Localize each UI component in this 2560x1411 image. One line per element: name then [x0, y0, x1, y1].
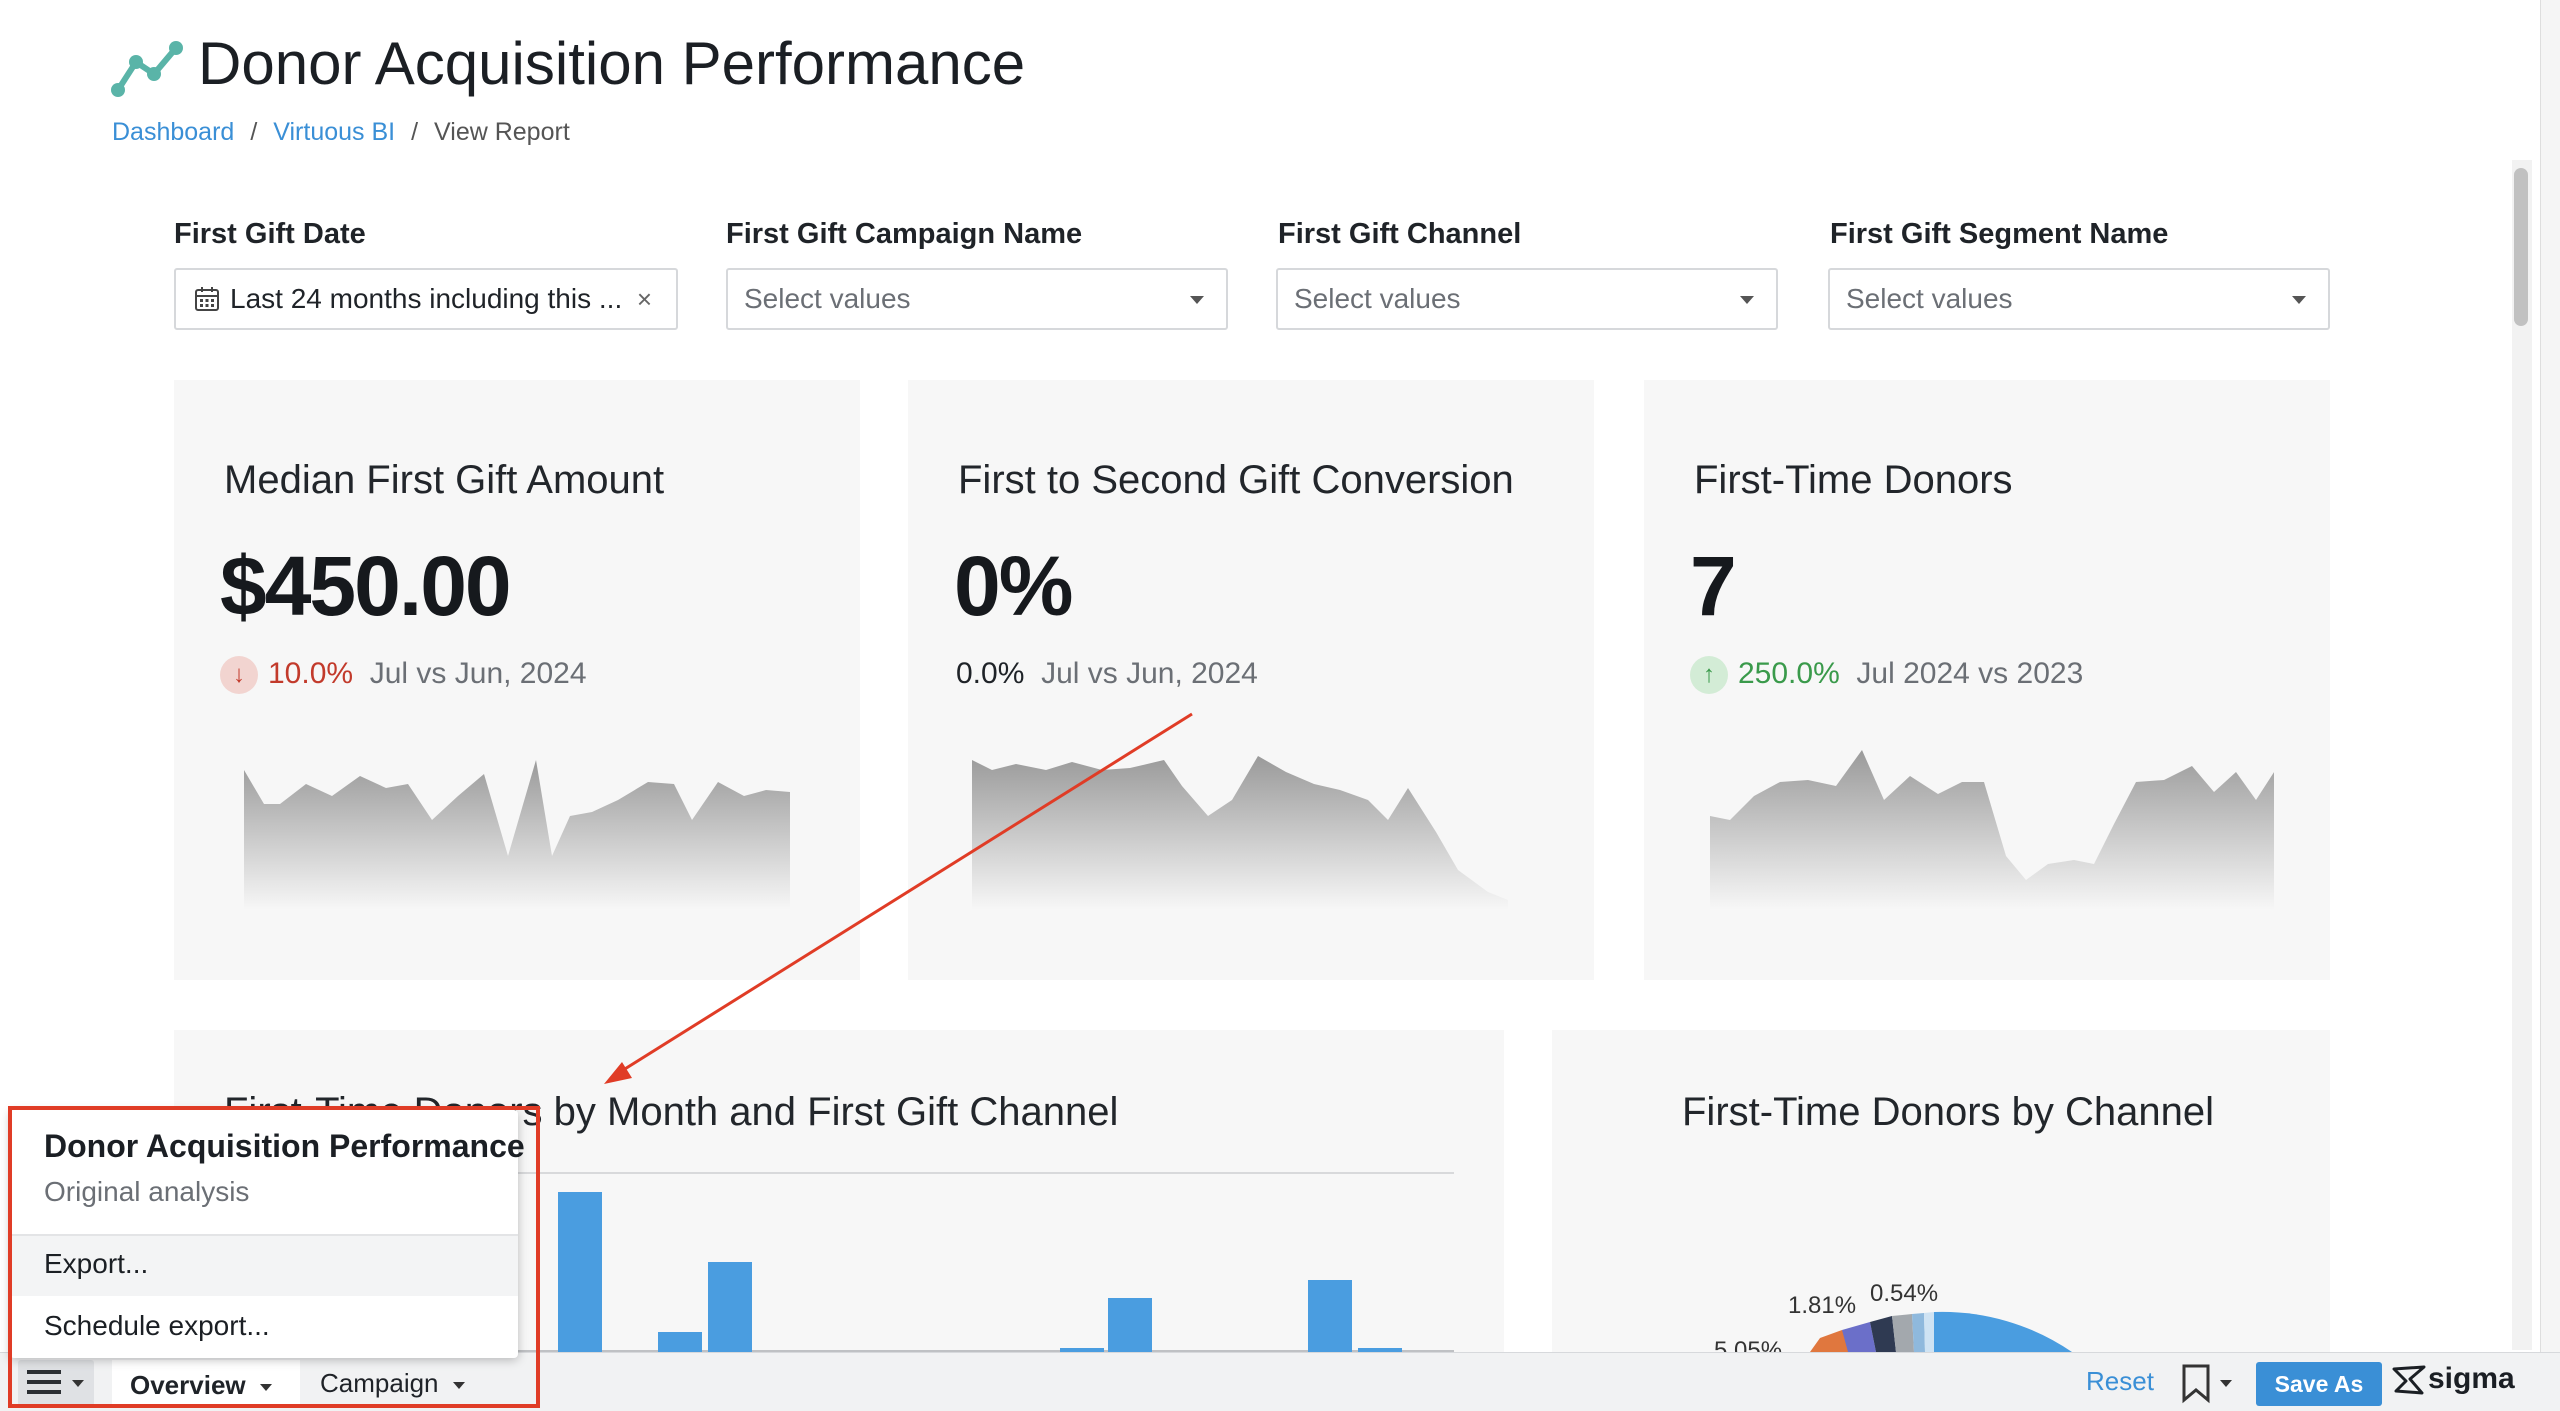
first-gift-date-filter[interactable]: Last 24 months including this ... ×: [174, 268, 678, 330]
sigma-brand-text: sigma: [2428, 1362, 2515, 1395]
kpi-change-row: ↑ 250.0% Jul 2024 vs 2023: [1690, 654, 2084, 695]
kpi-card-median-first-gift-amount[interactable]: Median First Gift Amount $450.00 ↓ 10.0% …: [174, 380, 860, 980]
filter-label-first-gift-segment-name: First Gift Segment Name: [1830, 218, 2169, 250]
first-gift-channel-select[interactable]: Select values: [1276, 268, 1778, 330]
arrow-down-icon: ↓: [220, 656, 258, 695]
kpi-card-first-time-donors[interactable]: First-Time Donors 7 ↑ 250.0% Jul 2024 vs …: [1644, 380, 2330, 980]
kpi-value: 7: [1690, 539, 1737, 633]
bar[interactable]: [1108, 1298, 1152, 1352]
kpi-change: 10.0%: [268, 657, 354, 690]
bar[interactable]: [658, 1332, 702, 1352]
first-gift-segment-name-select[interactable]: Select values: [1828, 268, 2330, 330]
chevron-down-icon: [1190, 296, 1204, 304]
kpi-change-row: ↓ 10.0% Jul vs Jun, 2024: [220, 654, 587, 695]
kpi-title: Median First Gift Amount: [224, 458, 665, 502]
pie-label: 5.05%: [1714, 1337, 1783, 1352]
bar[interactable]: [558, 1192, 602, 1352]
breadcrumb-current: View Report: [434, 118, 570, 146]
clear-icon[interactable]: ×: [637, 270, 652, 328]
sigma-logo: sigma: [2392, 1362, 2515, 1396]
select-placeholder: Select values: [1294, 283, 1461, 314]
scrollbar-thumb[interactable]: [2514, 168, 2528, 326]
chevron-down-icon: [1740, 296, 1754, 304]
select-placeholder: Select values: [1846, 283, 2013, 314]
breadcrumb-separator: /: [411, 118, 419, 146]
pie-label: 1.81%: [1788, 1292, 1857, 1319]
bar[interactable]: [708, 1262, 752, 1352]
pie-slice[interactable]: [1924, 1312, 1934, 1352]
pie-chart: [1810, 1311, 2072, 1352]
first-gift-date-value: Last 24 months including this ...: [230, 283, 623, 314]
kpi-card-first-to-second-gift-conversion[interactable]: First to Second Gift Conversion 0% 0.0% …: [908, 380, 1594, 980]
save-as-button[interactable]: Save As: [2256, 1362, 2382, 1406]
kpi-comparison: Jul 2024 vs 2023: [1856, 657, 2084, 690]
kpi-change-row: 0.0% Jul vs Jun, 2024: [956, 654, 1258, 694]
kpi-title: First-Time Donors: [1694, 458, 2013, 502]
kpi-value: 0%: [954, 539, 1073, 633]
sigma-icon: [2392, 1365, 2426, 1395]
calendar-icon: [195, 286, 219, 311]
chart-card-donors-by-channel[interactable]: First-Time Donors by Channel 1.81% 0.54%…: [1552, 1030, 2330, 1352]
window-edge: [2540, 0, 2560, 1410]
pie-label: 0.54%: [1870, 1280, 1939, 1307]
kpi-title: First to Second Gift Conversion: [958, 458, 1514, 502]
arrow-up-icon: ↑: [1690, 656, 1728, 695]
kpi-change: 0.0%: [956, 657, 1025, 690]
pie-slice[interactable]: [1934, 1311, 2072, 1352]
select-placeholder: Select values: [744, 283, 911, 314]
app-logo-icon: [111, 41, 183, 97]
kpi-change: 250.0%: [1738, 657, 1840, 690]
chevron-down-icon: [2220, 1380, 2232, 1387]
sparkline-median-first-gift-amount: [244, 760, 790, 910]
first-gift-campaign-name-select[interactable]: Select values: [726, 268, 1228, 330]
breadcrumb: Dashboard / Virtuous BI / View Report: [112, 116, 570, 148]
kpi-comparison: Jul vs Jun, 2024: [1041, 657, 1258, 690]
breadcrumb-dashboard-link[interactable]: Dashboard: [112, 118, 234, 146]
sparkline-first-time-donors: [1710, 750, 2274, 910]
kpi-value: $450.00: [220, 539, 512, 633]
scrollbar-track[interactable]: [2512, 160, 2532, 1350]
sparkline-first-to-second-gift-conversion: [972, 756, 1508, 910]
pie-slice[interactable]: [1912, 1313, 1925, 1352]
filter-label-first-gift-campaign-name: First Gift Campaign Name: [726, 218, 1083, 250]
breadcrumb-separator: /: [250, 118, 258, 146]
filter-label-first-gift-date: First Gift Date: [174, 218, 366, 250]
reset-button[interactable]: Reset: [2086, 1366, 2154, 1397]
chevron-down-icon: [2292, 296, 2306, 304]
annotation-highlight-box: [8, 1106, 540, 1408]
bar[interactable]: [1308, 1280, 1352, 1352]
filter-label-first-gift-channel: First Gift Channel: [1278, 218, 1522, 250]
kpi-comparison: Jul vs Jun, 2024: [369, 657, 587, 690]
page-title: Donor Acquisition Performance: [198, 30, 1026, 97]
breadcrumb-virtuous-bi-link[interactable]: Virtuous BI: [273, 118, 395, 146]
bookmark-icon[interactable]: [2180, 1364, 2236, 1404]
